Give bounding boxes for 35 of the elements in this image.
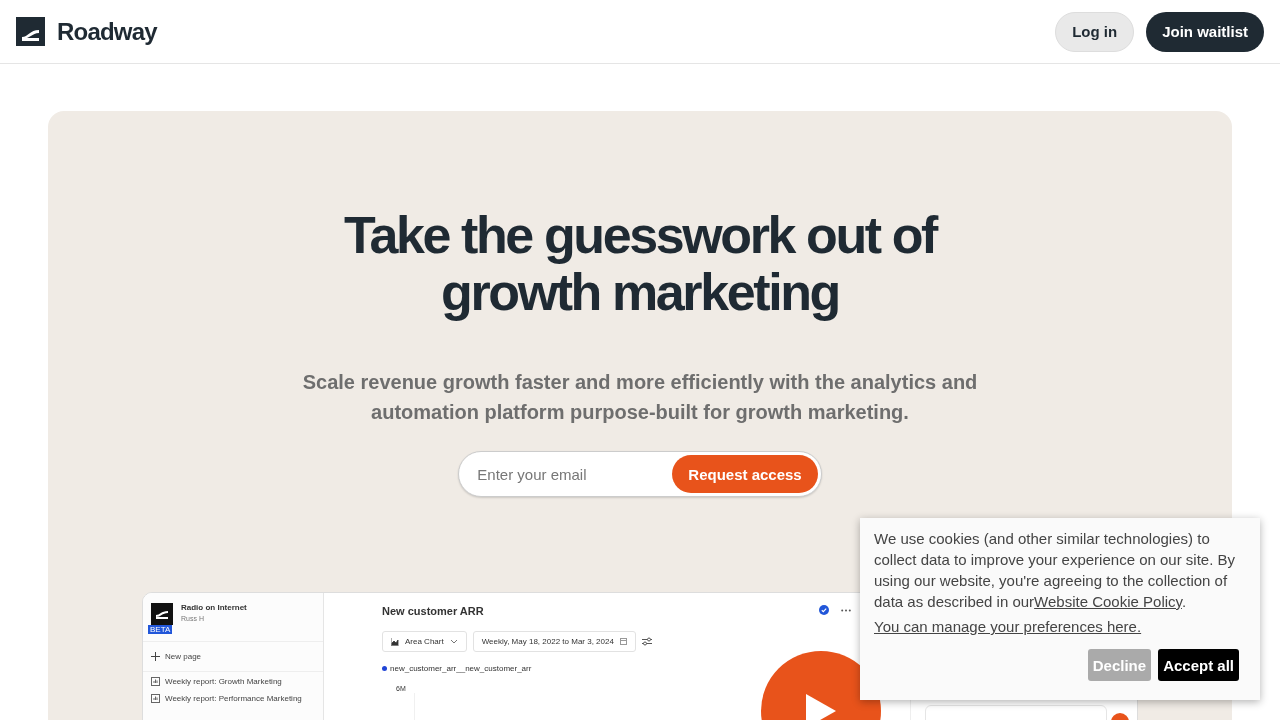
report-icon (151, 694, 160, 703)
email-field[interactable]: Enter your email (462, 465, 673, 483)
calendar-icon (619, 638, 627, 645)
report-icon (151, 677, 160, 686)
chart-icon (391, 637, 399, 646)
accept-all-button[interactable]: Accept all (1158, 649, 1239, 681)
check-circle-icon (819, 605, 829, 615)
page-link[interactable]: Weekly report: Growth Marketing (165, 677, 282, 686)
report-title: New customer ARR (382, 605, 484, 617)
hero-title: Take the guesswork out of growth marketing (342, 207, 939, 321)
page-link[interactable]: Weekly report: Performance Marketing (165, 694, 302, 703)
date-range-field[interactable]: Weekly, May 18, 2022 to Mar 3, 2024 (472, 631, 636, 652)
hero-subtitle: Scale revenue growth faster and more efficiently with the analytics and automation platform purpose-built for growth marketing. (301, 370, 979, 425)
chart-type-dropdown[interactable]: Area Chart (382, 631, 467, 652)
legend-dot (382, 666, 387, 671)
logo-icon (16, 17, 45, 46)
chevron-down-icon (449, 639, 458, 644)
new-page-link[interactable]: New page (165, 652, 202, 661)
login-button[interactable]: Log in (1055, 11, 1135, 52)
more-icon[interactable] (841, 608, 851, 612)
request-access-button[interactable]: Request access (672, 455, 818, 493)
legend-label: new_customer_arr__new_customer_arr (390, 664, 532, 673)
cookie-message: We use cookies (and other similar technologies) to collect data to improve your experience on our site. By using our website, you're agreeing to the collection of data as described in ourWebsite Cookie Policy. (874, 529, 1237, 612)
sliders-icon[interactable] (641, 637, 652, 646)
plus-icon (151, 652, 160, 661)
cookie-policy-link[interactable]: Website Cookie Policy (1034, 593, 1182, 610)
brand-name[interactable]: Roadway (57, 17, 157, 46)
logo-icon (155, 608, 169, 620)
beta-badge: BETA (148, 625, 173, 634)
date-range-text: Weekly, May 18, 2022 to Mar 3, 2024 (481, 637, 614, 646)
workspace-name: Radio on Internet (181, 603, 247, 612)
preferences-link[interactable]: You can manage your preferences here. (874, 618, 1142, 635)
play-icon (804, 692, 838, 720)
join-waitlist-button[interactable]: Join waitlist (1146, 11, 1264, 52)
chart-type-label: Area Chart (405, 637, 444, 646)
